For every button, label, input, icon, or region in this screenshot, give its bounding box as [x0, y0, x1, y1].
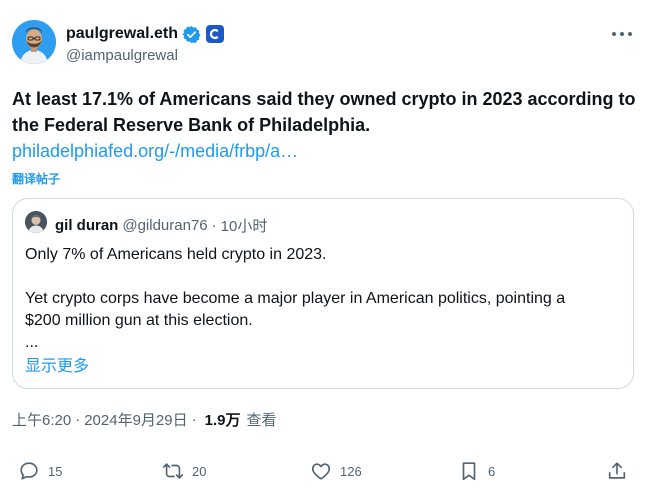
heart-icon: [311, 463, 331, 480]
quote-author-avatar: [25, 211, 47, 233]
meta-separator: ·: [75, 411, 81, 428]
author-avatar[interactable]: [12, 20, 56, 64]
quote-time: 10小时: [220, 218, 268, 235]
reply-button[interactable]: 15: [18, 460, 62, 482]
tweet-date[interactable]: 2024年9月29日: [84, 409, 187, 430]
quote-line: Only 7% of Americans held crypto in 2023…: [25, 246, 327, 263]
quote-line: Yet crypto corps have become a major pla…: [25, 290, 566, 307]
author-handle[interactable]: @iampaulgrewal: [66, 47, 224, 64]
affiliate-badge-icon[interactable]: [206, 25, 225, 43]
share-button[interactable]: [606, 460, 628, 482]
quote-display-name: gil duran: [55, 217, 119, 234]
view-count: 1.9万: [204, 412, 241, 429]
retweet-button[interactable]: 20: [162, 460, 206, 482]
reply-icon: [20, 462, 38, 480]
tweet-time[interactable]: 上午6:20: [12, 409, 71, 430]
retweet-count: 20: [192, 463, 207, 479]
tweet-header: paulgrewal.eth @iampaulgrewal: [12, 20, 642, 70]
verified-badge-icon[interactable]: [182, 25, 201, 44]
quote-handle: @gilduran76: [122, 217, 208, 234]
bookmark-icon: [462, 462, 476, 481]
tweet-link[interactable]: philadelphiafed.org/-/media/frbp/a…: [12, 138, 298, 164]
author-info: paulgrewal.eth @iampaulgrewal: [66, 23, 225, 64]
quoted-tweet[interactable]: gil duran @gilduran76 · 10小时 Only 7% of …: [12, 198, 634, 389]
reply-count: 15: [48, 463, 63, 479]
quote-text: Only 7% of Americans held crypto in 2023…: [25, 244, 621, 354]
translate-post-button[interactable]: 翻译帖子: [12, 170, 60, 187]
meta-separator: ·: [191, 411, 197, 428]
views-label: 查看: [246, 412, 277, 429]
more-options-icon[interactable]: [612, 24, 632, 44]
tweet-text: At least 17.1% of Americans said they ow…: [12, 89, 636, 135]
share-icon: [608, 462, 626, 479]
quote-line: [25, 266, 621, 288]
quote-line: $200 million gun at this election.: [25, 312, 253, 329]
retweet-icon: [162, 463, 184, 479]
quote-line: ...: [25, 334, 39, 351]
bookmark-button[interactable]: 6: [458, 460, 495, 482]
tweet-meta: 上午6:20 · 2024年9月29日 · 1.9万 查看: [12, 409, 276, 430]
action-bar: 15 20 126 6: [12, 460, 632, 486]
bookmark-count: 6: [488, 463, 496, 479]
quote-separator: ·: [211, 217, 217, 234]
like-button[interactable]: 126: [310, 460, 362, 482]
author-display-name[interactable]: paulgrewal.eth: [66, 25, 178, 43]
show-more-link[interactable]: 显示更多: [25, 352, 89, 376]
quote-meta: gil duran @gilduran76 · 10小时: [55, 215, 267, 236]
like-count: 126: [340, 463, 362, 479]
